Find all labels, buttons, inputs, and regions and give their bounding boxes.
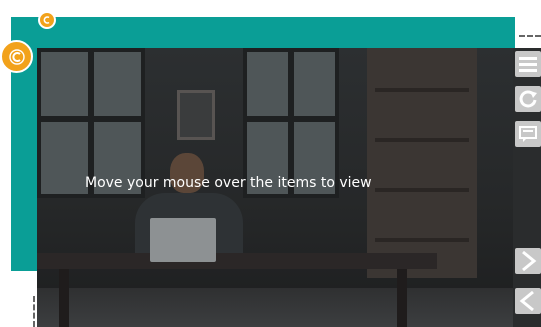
caption-icon (519, 126, 537, 142)
caption-button[interactable] (515, 121, 541, 147)
coin-icon (43, 16, 50, 24)
reload-button[interactable] (515, 86, 541, 112)
reload-icon (519, 90, 537, 108)
menu-button[interactable] (515, 51, 541, 77)
next-button[interactable] (515, 248, 541, 274)
floor (37, 288, 513, 327)
instruction-text: Move your mouse over the items to view (85, 175, 372, 191)
coin-badge-small[interactable] (38, 11, 56, 29)
chevron-right-icon (522, 250, 537, 272)
guide-line-top (519, 35, 541, 37)
previous-button[interactable] (515, 288, 541, 314)
guide-line-left (33, 296, 35, 327)
frame-top-bar (11, 17, 515, 48)
coin-badge-large[interactable] (0, 40, 33, 73)
wall-picture-frame[interactable] (177, 90, 215, 140)
desk[interactable] (37, 253, 437, 269)
laptop[interactable] (150, 218, 216, 262)
office-scene[interactable]: Move your mouse over the items to view (37, 48, 513, 327)
coin-icon (8, 48, 25, 65)
chevron-left-icon (519, 290, 534, 312)
bookshelf[interactable] (367, 48, 477, 278)
hamburger-menu-icon (519, 57, 537, 72)
player-stage: Move your mouse over the items to view (0, 0, 541, 327)
desk-leg (59, 269, 69, 327)
desk-leg (397, 269, 407, 327)
